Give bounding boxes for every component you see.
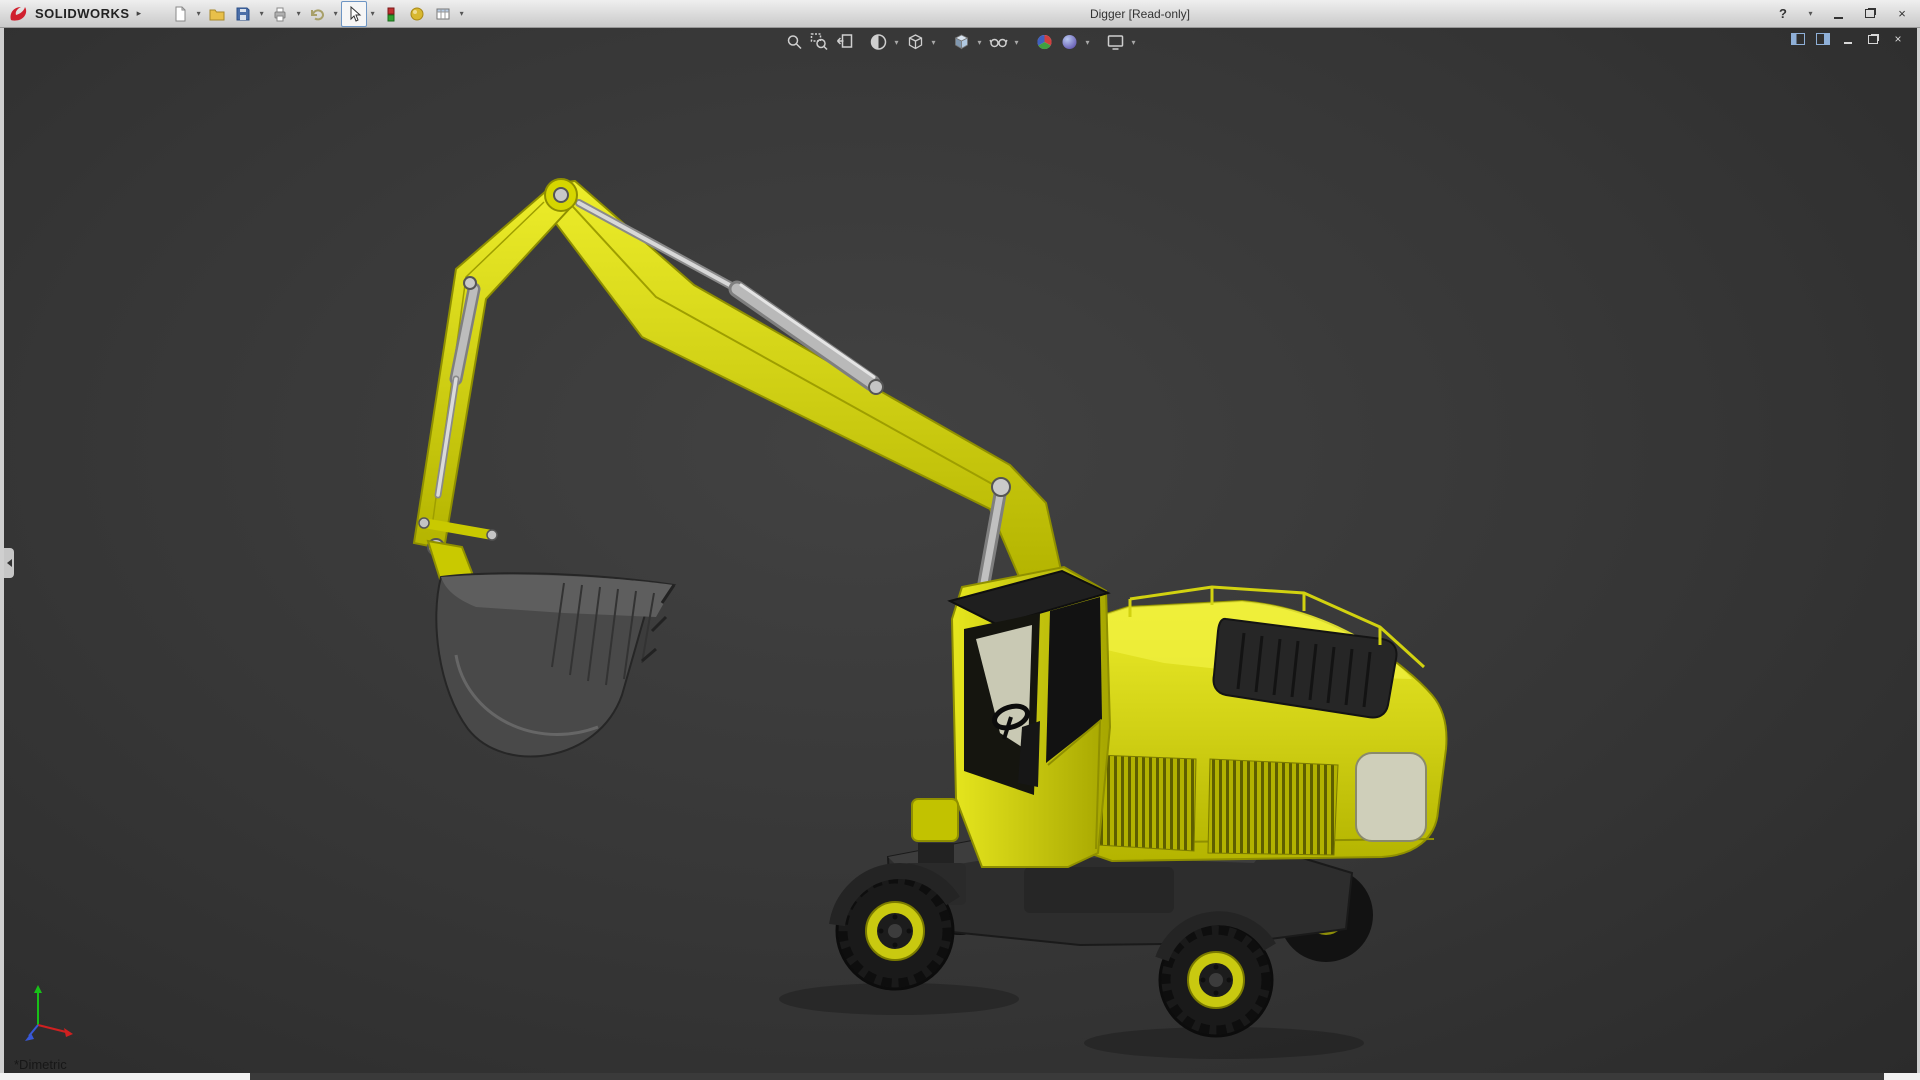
- new-document-button[interactable]: [167, 1, 193, 27]
- design-table-icon: [435, 6, 451, 22]
- view-settings-icon: [1106, 33, 1124, 51]
- heads-up-toolbar: ▾ ▾ ▾ ▾: [782, 30, 1139, 54]
- solidworks-logo-icon: [8, 5, 30, 23]
- undo-button[interactable]: [304, 1, 330, 27]
- collapse-arrow-icon: [7, 559, 12, 567]
- zoom-to-area-button[interactable]: [807, 30, 831, 54]
- doc-close-button[interactable]: ×: [1889, 30, 1907, 48]
- ground-shadow: [779, 983, 1364, 1059]
- feature-pane-right-button[interactable]: [1814, 30, 1832, 48]
- minimize-icon: [1834, 17, 1843, 19]
- end-panel: [1356, 753, 1426, 841]
- hide-show-items-button[interactable]: [986, 30, 1010, 54]
- minimize-button[interactable]: [1828, 4, 1848, 24]
- edit-appearance-button[interactable]: [1032, 30, 1056, 54]
- section-view-dropdown-arrow[interactable]: ▾: [891, 38, 902, 47]
- appearance-button[interactable]: [404, 1, 430, 27]
- window-title: Digger [Read-only]: [1090, 7, 1190, 21]
- display-style-icon: [952, 33, 970, 51]
- document-window-controls: ×: [1789, 30, 1907, 48]
- restore-button[interactable]: [1860, 4, 1880, 24]
- display-style-dropdown-arrow[interactable]: ▾: [974, 38, 985, 47]
- help-dropdown-arrow[interactable]: ▾: [1805, 9, 1816, 18]
- main-toolbar: ▾ ▾ ▾: [167, 1, 467, 27]
- save-button[interactable]: [230, 1, 256, 27]
- status-bar: [0, 1073, 1920, 1080]
- doc-minimize-button[interactable]: [1839, 30, 1857, 48]
- view-settings-button[interactable]: [1103, 30, 1127, 54]
- new-document-icon: [172, 6, 188, 22]
- bucket[interactable]: [428, 541, 674, 756]
- save-icon: [235, 6, 251, 22]
- view-orientation-icon: [906, 33, 924, 51]
- menu-expand-arrow[interactable]: ▸: [137, 8, 142, 19]
- undo-icon: [309, 6, 325, 22]
- open-folder-icon: [209, 6, 225, 22]
- graphics-viewport[interactable]: ▾ ▾ ▾ ▾: [4, 27, 1917, 1073]
- display-style-button[interactable]: [949, 30, 973, 54]
- previous-view-icon: [835, 33, 853, 51]
- doc-restore-button[interactable]: [1864, 30, 1882, 48]
- restore-icon: [1865, 9, 1875, 18]
- section-view-icon: [869, 33, 887, 51]
- cab[interactable]: [912, 567, 1110, 867]
- boom[interactable]: [544, 181, 1062, 579]
- orientation-triad-icon: [24, 979, 84, 1043]
- help-button[interactable]: ?: [1773, 4, 1793, 24]
- feature-pane-right-icon: [1816, 33, 1830, 45]
- design-table-dropdown-arrow[interactable]: ▾: [456, 9, 467, 18]
- excavator-model[interactable]: [4, 27, 1917, 1073]
- select-arrow-icon: [346, 6, 362, 22]
- doc-minimize-icon: [1844, 42, 1852, 44]
- help-icon: ?: [1779, 6, 1787, 21]
- select-dropdown-arrow[interactable]: ▾: [367, 9, 378, 18]
- save-dropdown-arrow[interactable]: ▾: [256, 9, 267, 18]
- new-dropdown-arrow[interactable]: ▾: [193, 9, 204, 18]
- feature-pane-left-button[interactable]: [1789, 30, 1807, 48]
- status-bar-message-area: [250, 1073, 1884, 1080]
- select-tool-button[interactable]: [341, 1, 367, 27]
- design-table-button[interactable]: [430, 1, 456, 27]
- print-dropdown-arrow[interactable]: ▾: [293, 9, 304, 18]
- apply-scene-button[interactable]: [1057, 30, 1081, 54]
- window-edge-left: [0, 27, 4, 1073]
- hide-show-dropdown-arrow[interactable]: ▾: [1011, 38, 1022, 47]
- side-grilles: [1096, 755, 1338, 855]
- view-settings-dropdown-arrow[interactable]: ▾: [1128, 38, 1139, 47]
- previous-view-button[interactable]: [832, 30, 856, 54]
- appearance-ball-icon: [409, 6, 425, 22]
- view-orientation-button[interactable]: [903, 30, 927, 54]
- orientation-label: *Dimetric: [14, 1057, 67, 1072]
- doc-restore-icon: [1868, 35, 1878, 44]
- rebuild-button[interactable]: [378, 1, 404, 27]
- print-icon: [272, 6, 288, 22]
- hide-show-items-icon: [989, 33, 1007, 51]
- section-view-button[interactable]: [866, 30, 890, 54]
- close-button[interactable]: ×: [1892, 4, 1912, 24]
- solidworks-window: SOLIDWORKS ▸ ▾: [0, 0, 1920, 1080]
- edit-appearance-icon: [1035, 33, 1053, 51]
- zoom-to-fit-icon: [785, 33, 803, 51]
- print-button[interactable]: [267, 1, 293, 27]
- feature-pane-left-icon: [1791, 33, 1805, 45]
- panel-collapse-tab[interactable]: [4, 548, 14, 578]
- window-controls: ? ▾ ×: [1773, 0, 1912, 27]
- rebuild-icon: [383, 6, 399, 22]
- apply-scene-icon: [1060, 33, 1078, 51]
- zoom-to-fit-button[interactable]: [782, 30, 806, 54]
- apply-scene-dropdown-arrow[interactable]: ▾: [1082, 38, 1093, 47]
- open-button[interactable]: [204, 1, 230, 27]
- undo-dropdown-arrow[interactable]: ▾: [330, 9, 341, 18]
- brand-name: SOLIDWORKS: [35, 6, 130, 21]
- title-bar: SOLIDWORKS ▸ ▾: [0, 0, 1920, 28]
- brand: SOLIDWORKS ▸: [0, 5, 149, 23]
- zoom-to-area-icon: [810, 33, 828, 51]
- view-orientation-dropdown-arrow[interactable]: ▾: [928, 38, 939, 47]
